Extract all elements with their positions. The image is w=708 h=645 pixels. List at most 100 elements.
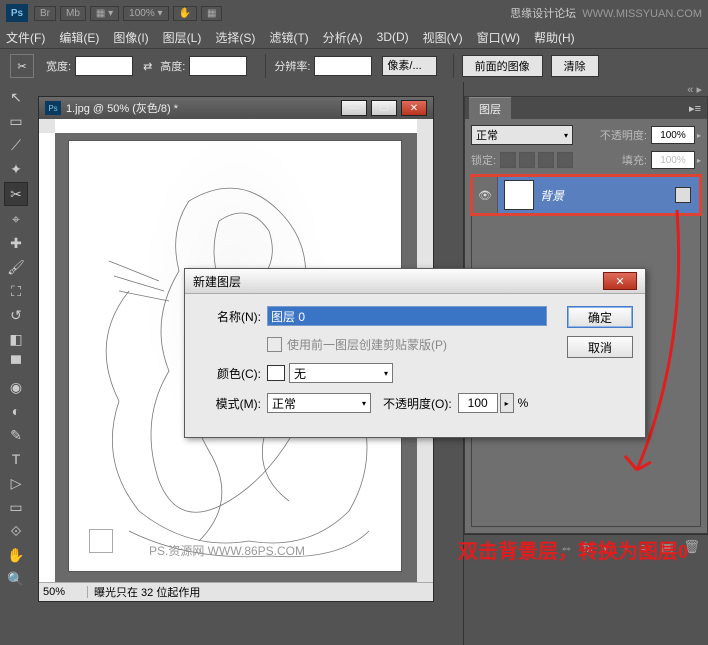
layer-background[interactable]: 👁 背景 [472,176,700,214]
menu-edit[interactable]: 编辑(E) [59,29,99,46]
lock-label: 锁定: [471,152,496,168]
height-field[interactable] [189,56,247,76]
document-titlebar[interactable]: Ps 1.jpg @ 50% (灰色/8) * — ☐ ✕ [39,97,433,119]
menu-file[interactable]: 文件(F) [6,29,45,46]
ok-button[interactable]: 确定 [567,306,633,328]
type-tool[interactable]: T [5,448,27,470]
brush-tool[interactable]: 🖌 [5,256,27,278]
menu-layer[interactable]: 图层(L) [163,29,202,46]
dialog-titlebar[interactable]: 新建图层 ✕ [185,269,645,294]
visibility-icon[interactable]: 👁 [473,177,498,213]
res-unit-dropdown[interactable]: 像素/... [382,56,436,76]
zoom-tool[interactable]: 🔍 [5,568,27,590]
dlg-opacity-field[interactable]: 100 [458,393,498,413]
menu-analysis[interactable]: 分析(A) [323,29,363,46]
dodge-tool[interactable]: ◐ [5,400,27,422]
ruler-vertical[interactable] [39,133,56,583]
front-image-button[interactable]: 前面的图像 [462,55,543,77]
document-statusbar: 50% 曝光只在 32 位起作用 [39,582,433,601]
annotation-text: 双击背景层，转换为图层0 [458,535,688,564]
eraser-tool[interactable]: ◧ [5,328,27,350]
ruler-horizontal[interactable] [55,119,417,134]
menu-help[interactable]: 帮助(H) [534,29,575,46]
mode-label: 模式(M): [197,395,261,412]
hand-tool[interactable]: ✋ [5,544,27,566]
bridge-button[interactable]: Br [34,6,56,21]
layers-tab[interactable]: 图层 [469,97,511,120]
toolbox: ↖ ▭ ⟋ ✦ ✂ ⌖ ✚ 🖌 ⛶ ↺ ◧ ▀ ◉ ◐ ✎ T ▷ ▭ ⟐ ✋ … [0,82,32,645]
layer-name[interactable]: 背景 [540,187,564,204]
name-field[interactable] [267,306,547,326]
marquee-tool[interactable]: ▭ [5,110,27,132]
eyedropper-tool[interactable]: ⌖ [5,208,27,230]
color-dropdown[interactable]: 无▾ [289,363,393,383]
zoom-field[interactable]: 50% [43,586,88,598]
layer-thumbnail[interactable] [504,180,534,210]
lock-position-icon[interactable] [538,152,554,168]
mode-dropdown[interactable]: 正常▾ [267,393,371,413]
wand-tool[interactable]: ✦ [5,158,27,180]
cancel-button[interactable]: 取消 [567,336,633,358]
res-field[interactable] [314,56,372,76]
status-text: 曝光只在 32 位起作用 [94,584,200,600]
zoom-dropdown[interactable]: 100% ▾ [123,6,168,21]
opacity-stepper[interactable]: ▸ [500,393,514,413]
color-swatch[interactable] [267,365,285,381]
doc-ps-icon: Ps [45,101,61,115]
width-field[interactable] [75,56,133,76]
fill-label: 填充: [622,152,647,168]
layer-lock-icon[interactable] [675,187,691,203]
doc-minimize-button[interactable]: — [341,100,367,116]
minibridge-button[interactable]: Mb [60,6,86,21]
menu-view[interactable]: 视图(V) [423,29,463,46]
menu-filter[interactable]: 滤镜(T) [269,29,308,46]
menu-image[interactable]: 图像(I) [113,29,148,46]
gradient-tool[interactable]: ▀ [5,352,27,374]
blend-mode-dropdown[interactable]: 正常▾ [471,125,573,145]
pct-label: % [518,396,529,410]
app-titlebar: Ps Br Mb ▦ ▾ 100% ▾ ✋ ▦ 思缘设计论坛 WWW.MISSY… [0,0,708,26]
new-layer-dialog: 新建图层 ✕ 名称(N): 使用前一图层创建剪贴蒙版(P) 颜色(C): 无▾ … [184,268,646,438]
crop-tool-icon[interactable]: ✂ [10,54,34,78]
seal-icon [89,529,113,553]
menu-window[interactable]: 窗口(W) [477,29,520,46]
lock-all-icon[interactable] [557,152,573,168]
doc-close-button[interactable]: ✕ [401,100,427,116]
options-bar: ✂ 宽度: ⇄ 高度: 分辨率: 像素/... 前面的图像 清除 [0,48,708,84]
dialog-title: 新建图层 [193,273,241,290]
menubar: 文件(F) 编辑(E) 图像(I) 图层(L) 选择(S) 滤镜(T) 分析(A… [0,26,708,48]
path-tool[interactable]: ▷ [5,472,27,494]
history-brush-tool[interactable]: ↺ [5,304,27,326]
lasso-tool[interactable]: ⟋ [5,134,27,156]
3d-tool[interactable]: ⟐ [5,520,27,542]
panel-collapse-icon[interactable]: « ▸ [464,82,708,96]
ps-logo: Ps [6,4,28,22]
hand-button[interactable]: ✋ [173,6,197,21]
name-label: 名称(N): [197,308,261,325]
heal-tool[interactable]: ✚ [5,232,27,254]
document-title: 1.jpg @ 50% (灰色/8) * [66,100,178,116]
shape-tool[interactable]: ▭ [5,496,27,518]
arrange-button[interactable]: ▦ [201,6,222,21]
pen-tool[interactable]: ✎ [5,424,27,446]
dlg-opacity-label: 不透明度(O): [383,395,452,412]
move-tool[interactable]: ↖ [5,86,27,108]
lock-pixels-icon[interactable] [519,152,535,168]
height-label: 高度: [160,58,185,74]
res-label: 分辨率: [274,58,310,74]
panel-menu-icon[interactable]: ▸≡ [689,102,701,115]
doc-maximize-button[interactable]: ☐ [371,100,397,116]
menu-3d[interactable]: 3D(D) [377,30,409,44]
screen-mode-button[interactable]: ▦ ▾ [90,6,119,21]
stamp-tool[interactable]: ⛶ [5,280,27,302]
fill-field[interactable]: 100% [651,151,695,169]
dialog-close-button[interactable]: ✕ [603,272,637,290]
blur-tool[interactable]: ◉ [5,376,27,398]
clear-button[interactable]: 清除 [551,55,599,77]
menu-select[interactable]: 选择(S) [215,29,255,46]
lock-transparent-icon[interactable] [500,152,516,168]
opacity-field[interactable]: 100% [651,126,695,144]
opacity-label: 不透明度: [600,127,647,143]
clip-checkbox [267,337,282,352]
crop-tool[interactable]: ✂ [4,182,28,206]
